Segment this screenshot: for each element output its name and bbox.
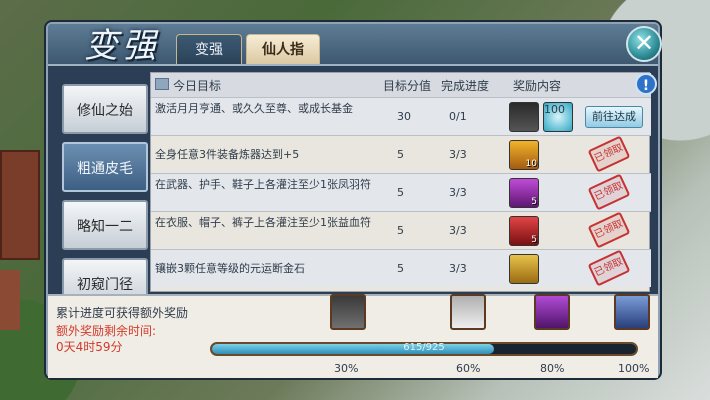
reward-count: 10 — [525, 159, 537, 169]
header-progress: 完成进度 — [441, 79, 490, 93]
row-progress: 3/3 — [449, 262, 467, 275]
tab-immortal-guide[interactable]: 仙人指路 — [246, 34, 320, 88]
row-desc: 在武器、护手、鞋子上各灌注至少1张凤羽符 — [155, 178, 371, 191]
row-progress: 0/1 — [449, 110, 467, 123]
close-icon: ✕ — [633, 29, 655, 57]
header-score: 目标分值 — [383, 79, 432, 93]
goto-button[interactable]: 前往达成 — [585, 106, 643, 128]
remaining-time: 0天4时59分 — [56, 340, 123, 354]
sidebar-item-3[interactable]: 略知一二 — [62, 200, 148, 250]
cumulative-text: 累计进度可获得额外奖励 — [56, 306, 189, 320]
main-panel: 变强 变强 仙人指路 ✕ 修仙之始 粗通皮毛 略知一二 初窥门径 今日目标 目标… — [46, 22, 662, 378]
sidebar-item-2[interactable]: 粗通皮毛 — [62, 142, 148, 192]
table-row: 镶嵌3颗任意等级的元运断金石 5 3/3 已领取 — [151, 249, 651, 287]
milestone-4-reward-icon[interactable] — [614, 294, 650, 330]
milestone-3-reward-icon[interactable] — [534, 294, 570, 330]
table-row: 在衣服、帽子、裤子上各灌注至少1张益血符 5 3/3 5 已领取 — [151, 211, 651, 249]
row-score: 5 — [397, 224, 404, 237]
progress-label: 615/925 — [403, 342, 445, 353]
sidebar-item-1[interactable]: 修仙之始 — [62, 84, 148, 134]
row-desc: 全身任意3件装备炼器达到+5 — [155, 148, 300, 161]
info-icon[interactable]: ! — [635, 73, 657, 95]
cumulative-progress-area: 累计进度可获得额外奖励 额外奖励剩余时间: 0天4时59分 615/925 30… — [48, 294, 658, 378]
background-wood-structure — [0, 150, 40, 260]
row-desc: 在衣服、帽子、裤子上各灌注至少1张益血符 — [155, 216, 371, 229]
table-row: 激活月月亨通、或久久至尊、或成长基金 30 0/1 100 前往达成 — [151, 97, 651, 135]
reward-blood-talisman-icon[interactable]: 5 — [509, 216, 539, 246]
header-reward: 奖励内容 — [513, 79, 562, 93]
row-progress: 3/3 — [449, 224, 467, 237]
table-row: 在武器、护手、鞋子上各灌注至少1张凤羽符 5 3/3 5 已领取 — [151, 173, 651, 211]
row-score: 5 — [397, 186, 404, 199]
table-header: 今日目标 目标分值 完成进度 奖励内容 ! — [151, 73, 657, 97]
row-desc: 激活月月亨通、或久久至尊、或成长基金 — [155, 102, 353, 115]
row-score: 30 — [397, 110, 411, 123]
row-desc: 镶嵌3颗任意等级的元运断金石 — [155, 262, 305, 275]
background-wood-structure-2 — [0, 270, 20, 330]
reward-count: 100 — [544, 103, 565, 116]
milestone-label-4: 100% — [618, 362, 650, 375]
reward-count: 5 — [531, 235, 537, 245]
row-progress: 3/3 — [449, 186, 467, 199]
milestone-label-1: 30% — [334, 362, 359, 375]
reward-scroll-icon[interactable]: 10 — [509, 140, 539, 170]
milestone-2-reward-icon[interactable] — [450, 294, 486, 330]
reward-count: 5 — [531, 197, 537, 207]
table-row: 全身任意3件装备炼器达到+5 5 3/3 10 已领取 — [151, 135, 651, 173]
progress-bar: 615/925 — [210, 342, 638, 356]
claimed-stamp: 已领取 — [587, 135, 631, 173]
reward-star-icon[interactable] — [509, 254, 539, 284]
row-progress: 3/3 — [449, 148, 467, 161]
close-button[interactable]: ✕ — [626, 26, 662, 62]
tab-become-stronger[interactable]: 变强 — [176, 34, 242, 64]
title-bar: 变强 变强 仙人指路 ✕ — [48, 24, 662, 88]
claimed-stamp: 已领取 — [587, 249, 631, 287]
milestone-label-3: 80% — [540, 362, 565, 375]
header-goal: 今日目标 — [173, 79, 222, 93]
panel-title: 变强 — [84, 26, 160, 66]
reward-talisman-icon[interactable]: 5 — [509, 178, 539, 208]
milestone-1-reward-icon[interactable] — [330, 294, 366, 330]
milestone-label-2: 60% — [456, 362, 481, 375]
row-score: 5 — [397, 148, 404, 161]
extra-reward-text: 额外奖励剩余时间: — [56, 324, 157, 338]
claimed-stamp: 已领取 — [587, 211, 631, 249]
row-score: 5 — [397, 262, 404, 275]
sidebar: 修仙之始 粗通皮毛 略知一二 初窥门径 — [62, 84, 148, 316]
task-table: 今日目标 目标分值 完成进度 奖励内容 ! 激活月月亨通、或久久至尊、或成长基金… — [150, 72, 657, 292]
reward-item-icon[interactable] — [509, 102, 539, 132]
claimed-stamp: 已领取 — [587, 173, 631, 211]
goal-icon — [155, 78, 169, 90]
reward-gem-icon[interactable]: 100 — [543, 102, 573, 132]
